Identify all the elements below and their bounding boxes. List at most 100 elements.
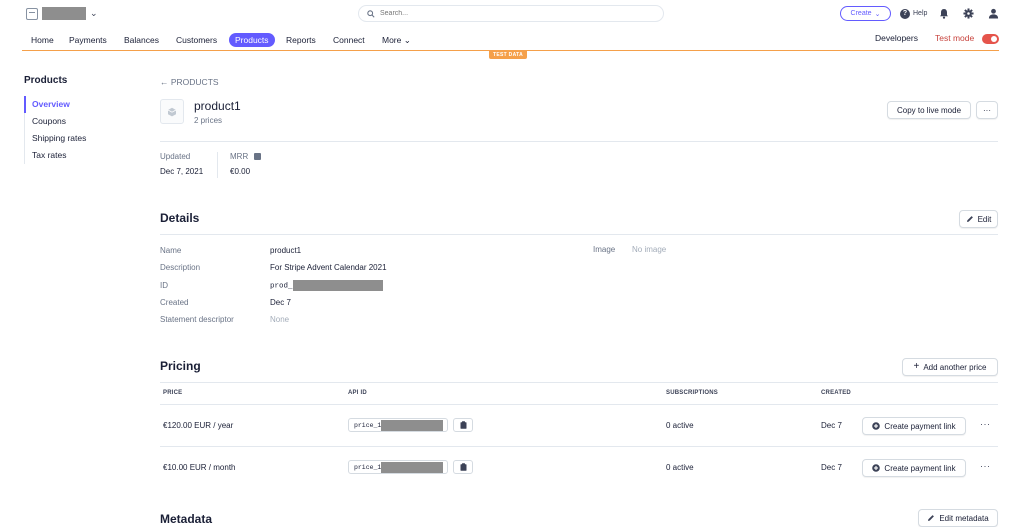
- api-id-prefix: price_1: [354, 421, 382, 429]
- detail-name-value: product1: [270, 246, 302, 255]
- edit-metadata-label: Edit metadata: [939, 513, 989, 523]
- pencil-icon: [966, 216, 973, 222]
- edit-details-button[interactable]: Edit: [959, 210, 998, 228]
- nav-home[interactable]: Home: [31, 33, 54, 47]
- product-more-button[interactable]: ···: [976, 101, 998, 119]
- api-id-prefix: price_1: [354, 463, 382, 471]
- help-label: Help: [913, 10, 928, 17]
- sidebar-item-overview[interactable]: Overview: [24, 96, 86, 113]
- copy-api-id-button[interactable]: [453, 418, 473, 432]
- divider: [160, 382, 998, 383]
- pricing-title: Pricing: [160, 359, 201, 373]
- api-id-field[interactable]: price_1: [348, 460, 448, 474]
- mrr-value: €0.00: [230, 167, 251, 176]
- subscriptions-count: 0 active: [666, 463, 694, 472]
- sidebar-title: Products: [24, 75, 68, 86]
- chevron-down-icon: ⌄: [874, 10, 881, 18]
- detail-created-label: Created: [160, 298, 189, 307]
- clipboard-icon: [460, 463, 466, 471]
- create-button-label: Create: [850, 10, 872, 17]
- top-bar: ⌄ Create ⌄ ? Help: [0, 0, 1024, 27]
- divider: [160, 141, 998, 142]
- create-payment-link-button[interactable]: Create payment link: [862, 417, 966, 435]
- detail-image-label: Image: [593, 245, 616, 254]
- edit-details-label: Edit: [977, 214, 992, 224]
- row-more-button[interactable]: ···: [980, 461, 991, 471]
- nav-more-label: More: [382, 35, 402, 45]
- clipboard-icon: [460, 421, 466, 429]
- product-image-placeholder: [160, 99, 184, 124]
- divider: [160, 404, 998, 405]
- test-mode-toggle[interactable]: [982, 34, 999, 44]
- copy-to-live-mode-label: Copy to live mode: [896, 105, 962, 115]
- sidebar-item-tax-rates[interactable]: Tax rates: [25, 147, 86, 164]
- user-account-icon[interactable]: [987, 7, 999, 19]
- add-another-price-button[interactable]: + Add another price: [902, 358, 998, 376]
- plus-icon: +: [913, 361, 920, 372]
- settings-gear-icon[interactable]: [962, 7, 974, 19]
- breadcrumb-products[interactable]: ← PRODUCTS: [160, 77, 219, 87]
- detail-statement-value: None: [270, 315, 290, 324]
- col-created: CREATED: [821, 390, 851, 396]
- redacted-id: [381, 419, 444, 431]
- updated-value: Dec 7, 2021: [160, 167, 204, 176]
- product-id-prefix: prod_: [270, 282, 293, 291]
- mrr-label: MRR: [230, 152, 249, 161]
- price-created-date: Dec 7: [821, 463, 842, 472]
- detail-description-label: Description: [160, 263, 201, 272]
- nav-more[interactable]: More ⌄: [382, 33, 411, 47]
- developers-link[interactable]: Developers: [875, 33, 918, 43]
- product-name: product1: [194, 99, 241, 113]
- detail-description-value: For Stripe Advent Calendar 2021: [270, 263, 387, 272]
- copy-to-live-mode-button[interactable]: Copy to live mode: [887, 101, 971, 119]
- sidebar-item-coupons[interactable]: Coupons: [25, 113, 86, 130]
- plus-circle-icon: [872, 422, 881, 430]
- notifications-bell-icon[interactable]: [938, 7, 950, 19]
- detail-id-value[interactable]: prod_: [270, 280, 383, 291]
- nav-products[interactable]: Products: [229, 33, 275, 47]
- nav-reports[interactable]: Reports: [286, 33, 316, 47]
- divider: [160, 446, 998, 447]
- plus-circle-icon: [872, 464, 881, 472]
- pencil-icon: [928, 515, 935, 521]
- detail-id-label: ID: [160, 281, 168, 290]
- search-icon: [367, 9, 375, 18]
- more-dots-icon: ···: [983, 105, 991, 115]
- subscriptions-count: 0 active: [666, 421, 694, 430]
- col-subscriptions: SUBSCRIPTIONS: [666, 390, 718, 396]
- help-button[interactable]: ? Help: [900, 6, 927, 21]
- divider: [160, 234, 998, 235]
- search-bar[interactable]: [358, 5, 664, 22]
- metadata-title: Metadata: [160, 512, 213, 526]
- sidebar-item-shipping-rates[interactable]: Shipping rates: [25, 130, 86, 147]
- account-name-redacted: [42, 7, 86, 20]
- detail-statement-label: Statement descriptor: [160, 315, 234, 324]
- help-icon: ?: [900, 8, 910, 19]
- create-payment-link-button[interactable]: Create payment link: [862, 459, 966, 477]
- col-api-id: API ID: [348, 390, 367, 396]
- nav-balances[interactable]: Balances: [124, 33, 159, 47]
- redacted-id: [292, 280, 383, 291]
- info-icon[interactable]: [254, 153, 261, 160]
- create-button[interactable]: Create ⌄: [840, 6, 891, 21]
- nav-payments[interactable]: Payments: [69, 33, 107, 47]
- search-input[interactable]: [380, 10, 640, 17]
- add-another-price-label: Add another price: [923, 362, 987, 372]
- row-more-button[interactable]: ···: [980, 419, 991, 429]
- account-switcher[interactable]: ⌄: [26, 5, 98, 22]
- updated-label: Updated: [160, 152, 191, 161]
- nav-connect[interactable]: Connect: [333, 33, 365, 47]
- test-data-badge: TEST DATA: [489, 51, 528, 59]
- detail-name-label: Name: [160, 246, 182, 255]
- details-title: Details: [160, 211, 200, 225]
- nav-customers[interactable]: Customers: [176, 33, 217, 47]
- main-nav: Home Payments Balances Customers Product…: [0, 30, 1024, 49]
- copy-api-id-button[interactable]: [453, 460, 473, 474]
- api-id-field[interactable]: price_1: [348, 418, 448, 432]
- create-payment-link-label: Create payment link: [884, 463, 956, 473]
- price-amount[interactable]: €10.00 EUR / month: [163, 463, 235, 472]
- edit-metadata-button[interactable]: Edit metadata: [918, 509, 998, 527]
- detail-created-value: Dec 7: [270, 298, 291, 307]
- create-payment-link-label: Create payment link: [884, 421, 956, 431]
- price-amount[interactable]: €120.00 EUR / year: [163, 421, 233, 430]
